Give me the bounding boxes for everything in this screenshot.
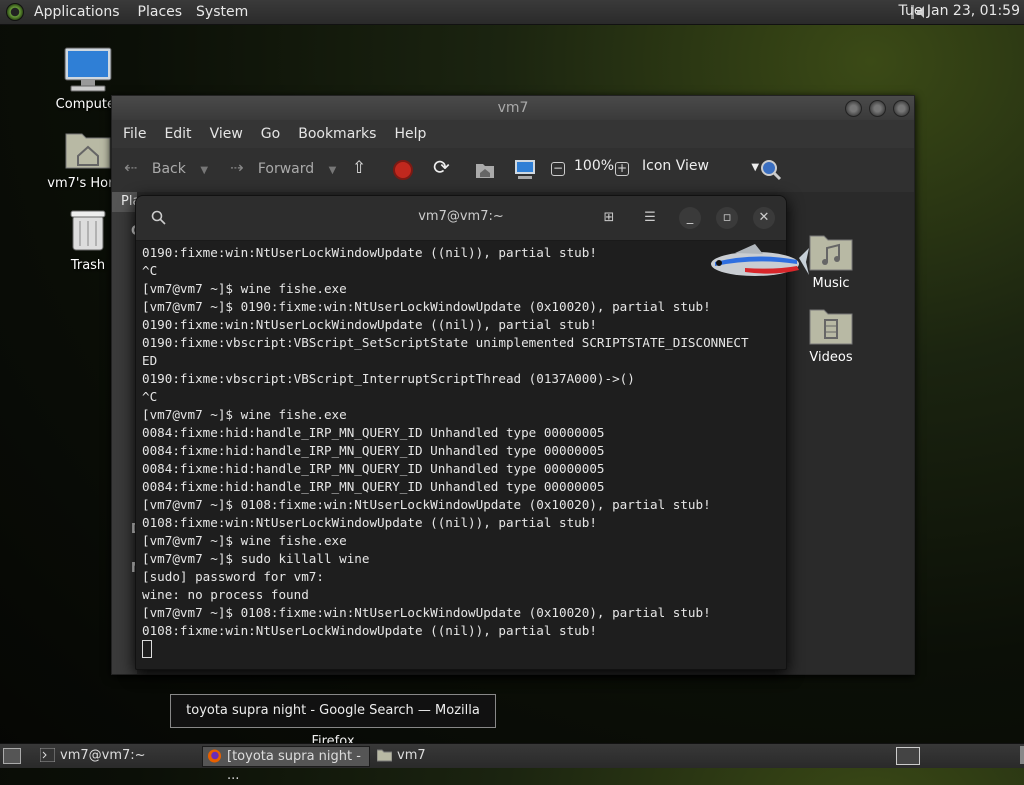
chevron-down-icon: ▼ [200,165,209,176]
stop-button[interactable] [393,160,413,180]
toolbar: ⇠ Back ▼ ⇢ Forward ▼ ⇧ ⟳ − 100% + Icon V… [112,148,914,192]
menu-file[interactable]: File [123,126,146,142]
folder-icon [377,749,392,762]
terminal-line: 0084:fixme:hid:handle_IRP_MN_QUERY_ID Un… [142,443,605,458]
zoom-out-button[interactable]: − [551,162,565,176]
terminal-line: [sudo] password for vm7: [142,569,324,584]
menu-go[interactable]: Go [261,126,280,142]
clock[interactable]: Tue Jan 23, 01:59 [899,3,1020,19]
terminal-line: 0190:fixme:vbscript:VBScript_SetScriptSt… [142,335,749,350]
back-button[interactable]: ⇠ Back ▼ [124,158,208,177]
taskbar-item-file-manager[interactable]: vm7 [373,746,555,765]
terminal-line: [vm7@vm7 ~]$ 0190:fixme:win:NtUserLockWi… [142,299,711,314]
terminal-line: 0084:fixme:hid:handle_IRP_MN_QUERY_ID Un… [142,479,605,494]
home-folder-icon [65,133,111,169]
close-button[interactable]: ✕ [753,207,775,229]
search-icon[interactable] [760,159,782,181]
terminal-line: 0190:fixme:vbscript:VBScript_InterruptSc… [142,371,635,386]
taskbar-item-label: vm7@vm7:~ [60,748,146,763]
menu-help[interactable]: Help [394,126,426,142]
terminal-line: [vm7@vm7 ~]$ sudo killall wine [142,551,370,566]
computer-icon[interactable] [514,159,536,181]
terminal-line: ^C [142,263,158,278]
chevron-down-icon: ▼ [751,162,760,173]
terminal-line: 0190:fixme:win:NtUserLockWindowUpdate ((… [142,245,597,260]
taskbar-item-firefox[interactable]: [toyota supra night - ... [202,746,370,783]
menu-places[interactable]: Places [138,4,183,20]
terminal-line: [vm7@vm7 ~]$ 0108:fixme:win:NtUserLockWi… [142,497,711,512]
terminal-line: [vm7@vm7 ~]$ 0108:fixme:win:NtUserLockWi… [142,605,711,620]
back-arrow-icon: ⇠ [124,158,138,177]
menu-applications[interactable]: Applications [34,4,120,20]
panel-handle-icon [1020,746,1024,764]
minimize-button[interactable] [845,100,862,117]
computer-icon [64,47,112,92]
workspace-switcher[interactable] [896,747,920,765]
view-mode-label: Icon View [642,158,709,174]
terminal-header[interactable]: vm7@vm7:~ ⊞ ☰ _ ▫ ✕ [136,196,786,241]
back-label: Back [151,161,186,177]
terminal-line: 0108:fixme:win:NtUserLockWindowUpdate ((… [142,515,597,530]
window-titlebar[interactable]: vm7 [112,96,914,120]
folder-label: Videos [809,350,853,365]
menubar: File Edit View Go Bookmarks Help [112,120,914,148]
menu-button[interactable]: ☰ [639,207,661,229]
minimize-button[interactable]: _ [679,207,701,229]
chevron-down-icon: ▼ [328,165,337,176]
menu-edit[interactable]: Edit [164,126,191,142]
window-title: vm7 [497,100,529,116]
terminal-line: ^C [142,389,158,404]
maximize-button[interactable]: ▫ [716,207,738,229]
terminal-window: vm7@vm7:~ ⊞ ☰ _ ▫ ✕ 0190:fixme:win:NtUse… [135,195,787,670]
terminal-line: ED [142,353,158,368]
terminal-line: 0084:fixme:hid:handle_IRP_MN_QUERY_ID Un… [142,425,605,440]
fish-sprite[interactable] [705,240,810,285]
videos-folder-icon [809,309,853,345]
taskbar-tooltip: toyota supra night - Google Search — Moz… [170,694,496,749]
home-icon[interactable] [474,160,496,180]
new-tab-button[interactable]: ⊞ [598,207,620,229]
terminal-line: 0190:fixme:win:NtUserLockWindowUpdate ((… [142,317,597,332]
zoom-in-button[interactable]: + [615,162,629,176]
terminal-line: 0084:fixme:hid:handle_IRP_MN_QUERY_ID Un… [142,461,605,476]
terminal-prompt-line[interactable] [142,640,782,659]
folder-videos[interactable]: Videos [796,306,866,365]
terminal-icon [40,748,55,762]
taskbar-item-label: [toyota supra night - ... [227,749,361,783]
distro-logo-icon[interactable] [6,3,24,21]
top-panel: Applications Places System Tue Jan 23, 0… [0,0,1024,25]
bottom-panel: vm7@vm7:~ [toyota supra night - ... vm7 [0,743,1024,783]
menu-view[interactable]: View [210,126,243,142]
taskbar-item-terminal[interactable]: vm7@vm7:~ [36,746,218,765]
sidebar: C D N [112,212,142,674]
zoom-level[interactable]: 100% [574,158,614,174]
close-button[interactable] [893,100,910,117]
terminal-line: 0108:fixme:win:NtUserLockWindowUpdate ((… [142,623,597,638]
terminal-line: [vm7@vm7 ~]$ wine fishe.exe [142,407,347,422]
show-desktop-button[interactable] [3,748,21,764]
menu-bookmarks[interactable]: Bookmarks [298,126,376,142]
trash-icon [70,210,106,251]
music-folder-icon [809,235,853,271]
firefox-icon [207,749,222,763]
forward-arrow-icon: ⇢ [230,158,244,177]
forward-button[interactable]: ⇢ Forward ▼ [230,158,336,177]
up-button[interactable]: ⇧ [352,158,366,178]
terminal-line: [vm7@vm7 ~]$ wine fishe.exe [142,533,347,548]
terminal-cursor [142,640,152,658]
terminal-output[interactable]: 0190:fixme:win:NtUserLockWindowUpdate ((… [142,244,782,669]
terminal-line: wine: no process found [142,587,309,602]
maximize-button[interactable] [869,100,886,117]
taskbar-item-label: vm7 [397,748,426,763]
reload-button[interactable]: ⟳ [433,155,450,179]
forward-label: Forward [257,161,315,177]
terminal-line: [vm7@vm7 ~]$ wine fishe.exe [142,281,347,296]
view-mode-select[interactable]: Icon View ▼ [642,158,759,174]
menu-system[interactable]: System [196,4,248,20]
